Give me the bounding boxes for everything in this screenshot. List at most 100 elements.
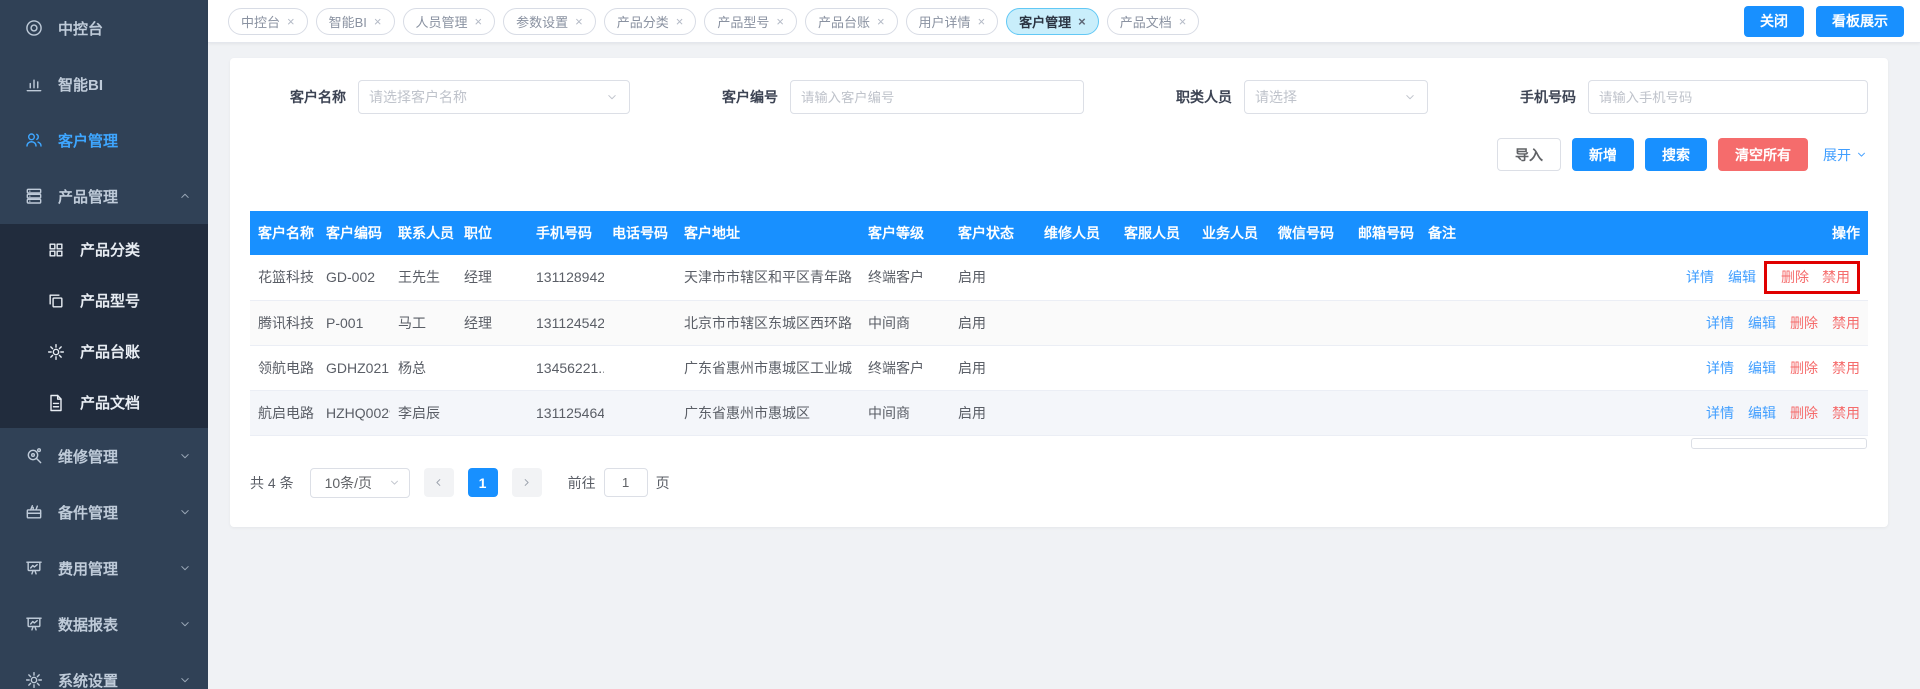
page-size-select[interactable]: 10条/页 [310,468,410,498]
disable-link[interactable]: 禁用 [1822,269,1850,285]
goto-page: 前往 页 [568,468,670,497]
disable-link[interactable]: 禁用 [1832,405,1860,421]
users-icon [24,130,44,150]
sidebar-item-product-ledger[interactable]: 产品台账 [0,326,208,377]
filter-phone: 手机号码 [1520,80,1868,114]
sidebar-item-repair[interactable]: 维修管理 [0,428,208,484]
sidebar-item-label: 备件管理 [58,502,178,523]
close-button[interactable]: 关闭 [1744,6,1804,37]
copy-icon [46,291,66,311]
sidebar-item-product-model[interactable]: 产品型号 [0,275,208,326]
close-icon[interactable]: × [877,15,885,28]
close-icon[interactable]: × [374,15,382,28]
close-icon[interactable]: × [1078,15,1086,28]
row-actions: 详情编辑删除禁用 [1570,390,1868,435]
close-icon[interactable]: × [776,15,784,28]
delete-link[interactable]: 删除 [1790,405,1818,421]
close-icon[interactable]: × [475,15,483,28]
staff-type-select[interactable]: 请选择 [1244,80,1428,114]
customer-name-select[interactable]: 请选择客户名称 [358,80,630,114]
search-button[interactable]: 搜索 [1645,138,1707,171]
delete-link[interactable]: 删除 [1790,360,1818,376]
delete-link[interactable]: 删除 [1790,315,1818,331]
table-row[interactable]: 花篮科技 GD-002 王先生 经理 131128942... 天津市市辖区和平… [250,255,1868,300]
tab-product-category[interactable]: 产品分类× [604,8,697,35]
add-button[interactable]: 新增 [1572,138,1634,171]
sidebar-item-products[interactable]: 产品管理 [0,168,208,224]
tab-bar: 中控台× 智能BI× 人员管理× 参数设置× 产品分类× 产品型号× 产品台账×… [208,0,1920,43]
page-number-current[interactable]: 1 [468,468,498,497]
prev-page-button[interactable] [424,468,454,497]
phone-input[interactable] [1588,80,1868,114]
chevron-down-icon [178,505,192,519]
tab-product-model[interactable]: 产品型号× [704,8,797,35]
tab-customers[interactable]: 客户管理× [1006,8,1099,35]
chevron-down-icon [178,673,192,687]
col-header: 客户状态 [950,211,1036,255]
horizontal-scrollbar[interactable] [250,436,1868,452]
clear-all-button[interactable]: 清空所有 [1718,138,1808,171]
customer-code-input[interactable] [790,80,1084,114]
edit-link[interactable]: 编辑 [1748,315,1776,331]
expand-toggle[interactable]: 展开 [1823,145,1868,165]
sidebar-item-reports[interactable]: 数据报表 [0,596,208,652]
sidebar-item-label: 产品台账 [80,341,192,362]
sidebar: 中控台 智能BI 客户管理 产品管理 产品分类 产品型号 [0,0,208,689]
tab-dashboard[interactable]: 中控台× [228,8,308,35]
board-view-button[interactable]: 看板展示 [1816,6,1904,37]
sidebar-item-label: 系统设置 [58,670,178,689]
page-unit-label: 页 [656,473,670,493]
next-page-button[interactable] [512,468,542,497]
edit-link[interactable]: 编辑 [1728,269,1756,285]
sidebar-item-spare-parts[interactable]: 备件管理 [0,484,208,540]
main-area: 中控台× 智能BI× 人员管理× 参数设置× 产品分类× 产品型号× 产品台账×… [208,0,1920,689]
sidebar-item-label: 费用管理 [58,558,178,579]
close-icon[interactable]: × [287,15,295,28]
disable-link[interactable]: 禁用 [1832,360,1860,376]
sidebar-item-product-docs[interactable]: 产品文档 [0,377,208,428]
close-icon[interactable]: × [676,15,684,28]
sidebar-item-expenses[interactable]: 费用管理 [0,540,208,596]
detail-link[interactable]: 详情 [1706,315,1734,331]
detail-link[interactable]: 详情 [1706,360,1734,376]
close-icon[interactable]: × [1179,15,1187,28]
sidebar-item-product-category[interactable]: 产品分类 [0,224,208,275]
tab-params[interactable]: 参数设置× [503,8,596,35]
grid-icon [46,240,66,260]
table-row[interactable]: 领航电路 GDHZ021... 杨总 13456221... 广东省惠州市惠城区… [250,345,1868,390]
close-icon[interactable]: × [978,15,986,28]
filter-staff-type: 职类人员 请选择 [1176,80,1428,114]
row-actions: 详情编辑删除禁用 [1570,345,1868,390]
tab-product-docs[interactable]: 产品文档× [1107,8,1200,35]
close-icon[interactable]: × [575,15,583,28]
edit-link[interactable]: 编辑 [1748,360,1776,376]
col-header: 操作 [1570,211,1868,255]
tab-user-detail[interactable]: 用户详情× [906,8,999,35]
sidebar-item-label: 产品管理 [58,186,178,207]
sidebar-item-settings[interactable]: 系统设置 [0,652,208,689]
import-button[interactable]: 导入 [1497,138,1561,171]
sidebar-item-dashboard[interactable]: 中控台 [0,0,208,56]
col-header: 客户名称 [250,211,318,255]
edit-link[interactable]: 编辑 [1748,405,1776,421]
sidebar-item-customers[interactable]: 客户管理 [0,112,208,168]
filter-label: 客户编号 [722,87,778,107]
sidebar-item-bi[interactable]: 智能BI [0,56,208,112]
detail-link[interactable]: 详情 [1706,405,1734,421]
row-actions: 详情编辑 删除禁用 [1570,255,1868,300]
scrollbar-thumb[interactable] [1691,438,1867,449]
gear-icon [24,670,44,689]
tab-product-ledger[interactable]: 产品台账× [805,8,898,35]
gear-icon [46,342,66,362]
filter-customer-name: 客户名称 请选择客户名称 [290,80,630,114]
col-header: 客服人员 [1116,211,1194,255]
disable-link[interactable]: 禁用 [1832,315,1860,331]
tab-bi[interactable]: 智能BI× [316,8,395,35]
goto-page-input[interactable] [604,468,648,497]
delete-link[interactable]: 删除 [1781,269,1809,285]
sidebar-item-label: 智能BI [58,74,192,95]
table-row[interactable]: 航启电路 HZHQ0029 李启辰 131125464... 广东省惠州市惠城区… [250,390,1868,435]
table-row[interactable]: 腾讯科技 P-001 马工 经理 131124542... 北京市市辖区东城区西… [250,300,1868,345]
detail-link[interactable]: 详情 [1686,269,1714,285]
tab-staff[interactable]: 人员管理× [403,8,496,35]
